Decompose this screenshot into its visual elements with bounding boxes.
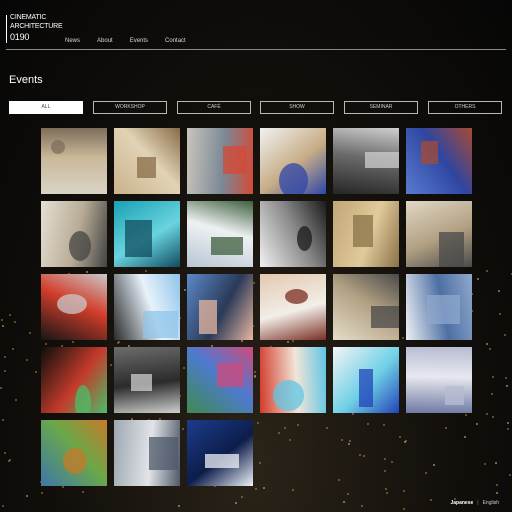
page-title: Events <box>9 74 43 86</box>
event-thumbnail-city-skyline-photo[interactable] <box>114 420 180 486</box>
thumbnail-shape <box>371 306 399 328</box>
thumbnail-shape <box>63 448 87 474</box>
thumbnail-shape <box>273 380 304 411</box>
thumbnail-shape <box>297 226 312 251</box>
thumbnail-shape <box>211 237 243 255</box>
filter-others[interactable]: OTHERS <box>428 101 502 114</box>
lang-english[interactable]: English <box>483 500 499 506</box>
thumbnail-shape <box>199 300 217 334</box>
event-thumbnail-teal-interior-photo[interactable] <box>114 201 180 267</box>
thumbnail-shape <box>51 140 65 154</box>
lang-japanese[interactable]: Japanese <box>450 500 473 506</box>
logo-line-3: 0190 <box>10 32 30 42</box>
site-header: CINEMATIC ARCHITECTURE 0190 News About E… <box>0 0 512 50</box>
event-thumbnail-red-figure-photo[interactable] <box>187 128 253 194</box>
event-thumbnail-crowd-dome-photo[interactable] <box>187 274 253 340</box>
thumbnail-shape <box>365 152 399 168</box>
thumbnail-shape <box>149 437 178 470</box>
thumbnail-shape <box>445 386 464 405</box>
thumbnail-shape <box>57 294 87 314</box>
event-thumbnail-engraving-figure-02[interactable] <box>406 201 472 267</box>
event-thumbnail-blue-stage-photo[interactable] <box>333 347 399 413</box>
event-thumbnail-tunnel-photo[interactable] <box>41 274 107 340</box>
event-thumbnail-stone-wall-photo[interactable] <box>333 201 399 267</box>
nav-events[interactable]: Events <box>130 38 148 44</box>
site-logo[interactable]: CINEMATIC ARCHITECTURE 0190 <box>6 14 63 44</box>
event-thumbnail-beach-photo[interactable] <box>41 128 107 194</box>
event-thumbnail-goldfish-photo[interactable] <box>260 347 326 413</box>
event-thumbnail-grid <box>41 128 473 486</box>
event-thumbnail-curved-architecture-photo[interactable] <box>406 274 472 340</box>
thumbnail-shape <box>217 363 243 387</box>
thumbnail-shape <box>75 385 91 413</box>
thumbnail-shape <box>143 311 178 338</box>
event-thumbnail-night-lights-photo[interactable] <box>41 347 107 413</box>
nav-about[interactable]: About <box>97 38 113 44</box>
event-thumbnail-engraving-figure-08[interactable] <box>41 201 107 267</box>
event-thumbnail-window-grid-photo[interactable] <box>333 128 399 194</box>
logo-line-1: CINEMATIC <box>10 14 47 21</box>
event-thumbnail-house-night-photo[interactable] <box>187 420 253 486</box>
event-thumbnail-colorful-painting[interactable] <box>41 420 107 486</box>
thumbnail-shape <box>359 369 373 407</box>
event-thumbnail-psychedelic-photo[interactable] <box>187 347 253 413</box>
event-thumbnail-striped-awning-photo[interactable] <box>260 128 326 194</box>
event-thumbnail-engraving-figure-01[interactable] <box>333 274 399 340</box>
thumbnail-shape <box>205 454 239 468</box>
logo-line-2: ARCHITECTURE <box>10 23 63 30</box>
filter-all[interactable]: ALL <box>9 101 83 114</box>
nav-contact[interactable]: Contact <box>165 38 186 44</box>
thumbnail-shape <box>353 215 373 247</box>
category-filters: ALL WORKSHOP CAFÉ SHOW SEMINAR OTHERS <box>9 101 503 114</box>
event-thumbnail-blurred-light-photo[interactable] <box>114 128 180 194</box>
event-thumbnail-abstract-blue-photo[interactable] <box>114 274 180 340</box>
event-thumbnail-red-tower-photo[interactable] <box>406 128 472 194</box>
thumbnail-shape <box>125 220 152 257</box>
thumbnail-shape <box>427 295 460 324</box>
nav-news[interactable]: News <box>65 38 80 44</box>
header-divider <box>6 49 506 50</box>
event-thumbnail-portrait-woman-photo[interactable] <box>260 274 326 340</box>
thumbnail-shape <box>223 146 247 174</box>
filter-cafe[interactable]: CAFÉ <box>177 101 251 114</box>
filter-show[interactable]: SHOW <box>260 101 334 114</box>
filter-seminar[interactable]: SEMINAR <box>344 101 418 114</box>
lang-separator: | <box>477 500 479 506</box>
language-switcher: Japanese | English <box>450 500 499 506</box>
thumbnail-shape <box>285 289 308 304</box>
event-thumbnail-text-collage[interactable] <box>260 201 326 267</box>
filter-workshop[interactable]: WORKSHOP <box>93 101 167 114</box>
thumbnail-shape <box>439 232 464 267</box>
main-nav: News About Events Contact <box>65 38 203 44</box>
event-thumbnail-grey-motion-photo[interactable] <box>114 347 180 413</box>
event-thumbnail-landscape-tower-photo[interactable] <box>187 201 253 267</box>
event-thumbnail-cloud-sky-photo[interactable] <box>406 347 472 413</box>
thumbnail-shape <box>137 157 156 178</box>
thumbnail-shape <box>279 163 308 194</box>
thumbnail-shape <box>69 231 91 261</box>
thumbnail-shape <box>421 141 438 164</box>
thumbnail-shape <box>131 374 152 391</box>
